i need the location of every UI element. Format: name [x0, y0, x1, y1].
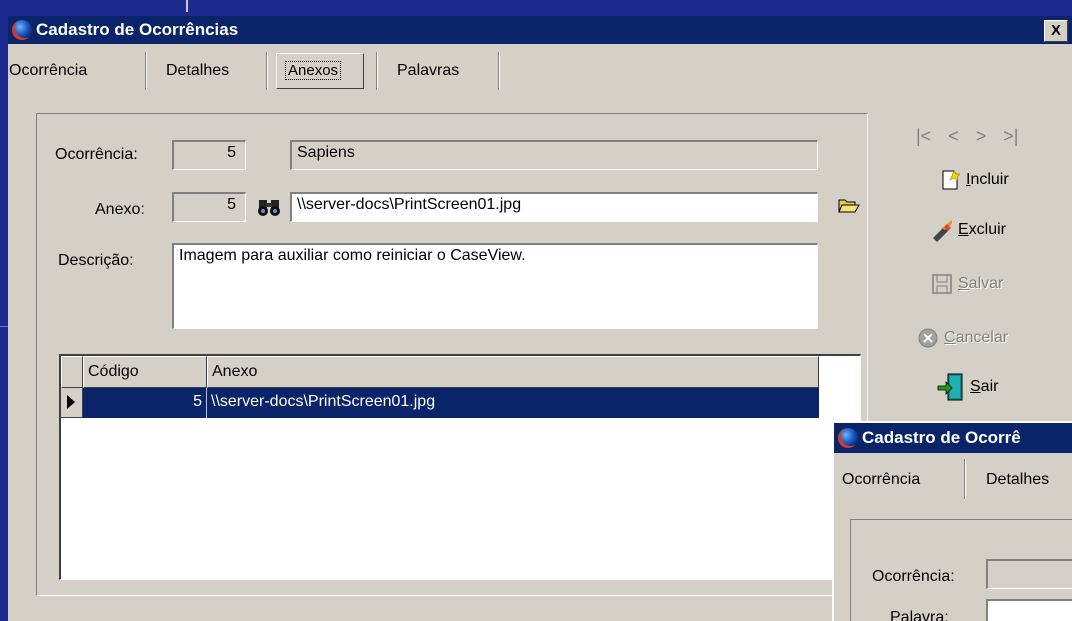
grid-header-codigo[interactable]: Código — [83, 356, 207, 388]
binoculars-icon[interactable] — [257, 197, 281, 217]
record-navigator: |< < > >| — [916, 126, 1030, 147]
last-record-button[interactable]: >| — [1003, 126, 1018, 147]
second-window: Cadastro de Ocorrê Ocorrência Detalhes O… — [832, 421, 1072, 621]
salvar-button[interactable]: Salvar — [930, 272, 1003, 296]
cell-codigo[interactable]: 5 — [83, 388, 207, 418]
tab-palavras[interactable]: Palavras — [397, 62, 459, 80]
globe-icon — [838, 428, 858, 448]
eraser-icon — [930, 218, 954, 242]
cancelar-rest: ancelar — [955, 329, 1009, 346]
prev-record-button[interactable]: < — [948, 126, 959, 147]
tab-separator — [376, 52, 378, 90]
row-pointer-icon — [67, 395, 75, 409]
tab-anexos[interactable]: Anexos — [276, 53, 364, 89]
anexo-label: Anexo: — [95, 201, 145, 218]
second-palavra-input[interactable] — [986, 599, 1072, 621]
first-record-button[interactable]: |< — [916, 126, 931, 147]
tab-separator — [266, 52, 268, 90]
folder-open-icon[interactable] — [838, 195, 860, 215]
second-ocorrencia-label: Ocorrência: — [872, 568, 955, 585]
title-bar[interactable]: Cadastro de Ocorrências X — [8, 16, 1072, 44]
globe-icon — [12, 20, 32, 40]
incluir-button[interactable]: Incluir — [938, 168, 1009, 192]
tab-anexos-label: Anexos — [285, 61, 342, 80]
excluir-key: E — [958, 221, 969, 238]
sair-rest: air — [980, 378, 999, 395]
next-record-button[interactable]: > — [976, 126, 987, 147]
second-ocorrencia-field — [986, 559, 1072, 589]
excluir-button[interactable]: Excluir — [930, 218, 1006, 242]
descricao-textarea[interactable]: Imagem para auxiliar como reiniciar o Ca… — [172, 243, 818, 329]
cancel-icon — [916, 326, 940, 350]
tab-ocorrencia[interactable]: Ocorrência — [9, 62, 87, 80]
tab-bar: Ocorrência Detalhes Anexos Palavras — [8, 48, 1072, 94]
row-indicator — [61, 388, 83, 418]
second-tab-ocorrencia[interactable]: Ocorrência — [842, 471, 920, 489]
descricao-label: Descrição: — [58, 252, 134, 269]
tab-separator — [964, 459, 966, 499]
grid-header-anexo[interactable]: Anexo — [207, 356, 819, 388]
sair-button[interactable]: Sair — [936, 372, 998, 402]
exit-door-icon — [936, 372, 966, 402]
save-disk-icon — [930, 272, 954, 296]
anexo-id-field: 5 — [172, 192, 246, 222]
second-window-title: Cadastro de Ocorrê — [862, 428, 1021, 447]
new-document-icon — [938, 168, 962, 192]
excluir-rest: xcluir — [968, 221, 1007, 238]
second-title-bar[interactable]: Cadastro de Ocorrê — [834, 423, 1072, 453]
grid-corner — [61, 356, 83, 388]
ocorrencia-name-field: Sapiens — [290, 140, 818, 170]
incluir-rest: ncluir — [970, 171, 1009, 188]
ocorrencia-id-field: 5 — [172, 140, 246, 170]
window-title: Cadastro de Ocorrências — [36, 20, 239, 39]
tab-separator — [498, 52, 500, 90]
salvar-key: S — [958, 275, 969, 292]
salvar-rest: alvar — [968, 275, 1004, 292]
second-tab-detalhes[interactable]: Detalhes — [986, 471, 1049, 489]
cell-anexo[interactable]: \\server-docs\PrintScreen01.jpg — [207, 388, 819, 418]
ocorrencia-label: Ocorrência: — [55, 146, 138, 163]
anexo-path-input[interactable]: \\server-docs\PrintScreen01.jpg — [290, 192, 818, 222]
table-row[interactable]: 5 \\server-docs\PrintScreen01.jpg — [61, 388, 819, 418]
sair-key: S — [970, 378, 981, 395]
cancelar-button[interactable]: Cancelar — [916, 326, 1008, 350]
second-palavra-label: Palavra: — [890, 609, 949, 621]
tab-separator — [145, 52, 147, 90]
tab-detalhes[interactable]: Detalhes — [166, 62, 229, 80]
desktop-line — [186, 0, 188, 12]
close-button[interactable]: X — [1044, 20, 1068, 42]
cancelar-key: C — [944, 329, 956, 346]
anexos-grid[interactable]: Código Anexo 5 \\server-docs\PrintScreen… — [59, 354, 861, 580]
